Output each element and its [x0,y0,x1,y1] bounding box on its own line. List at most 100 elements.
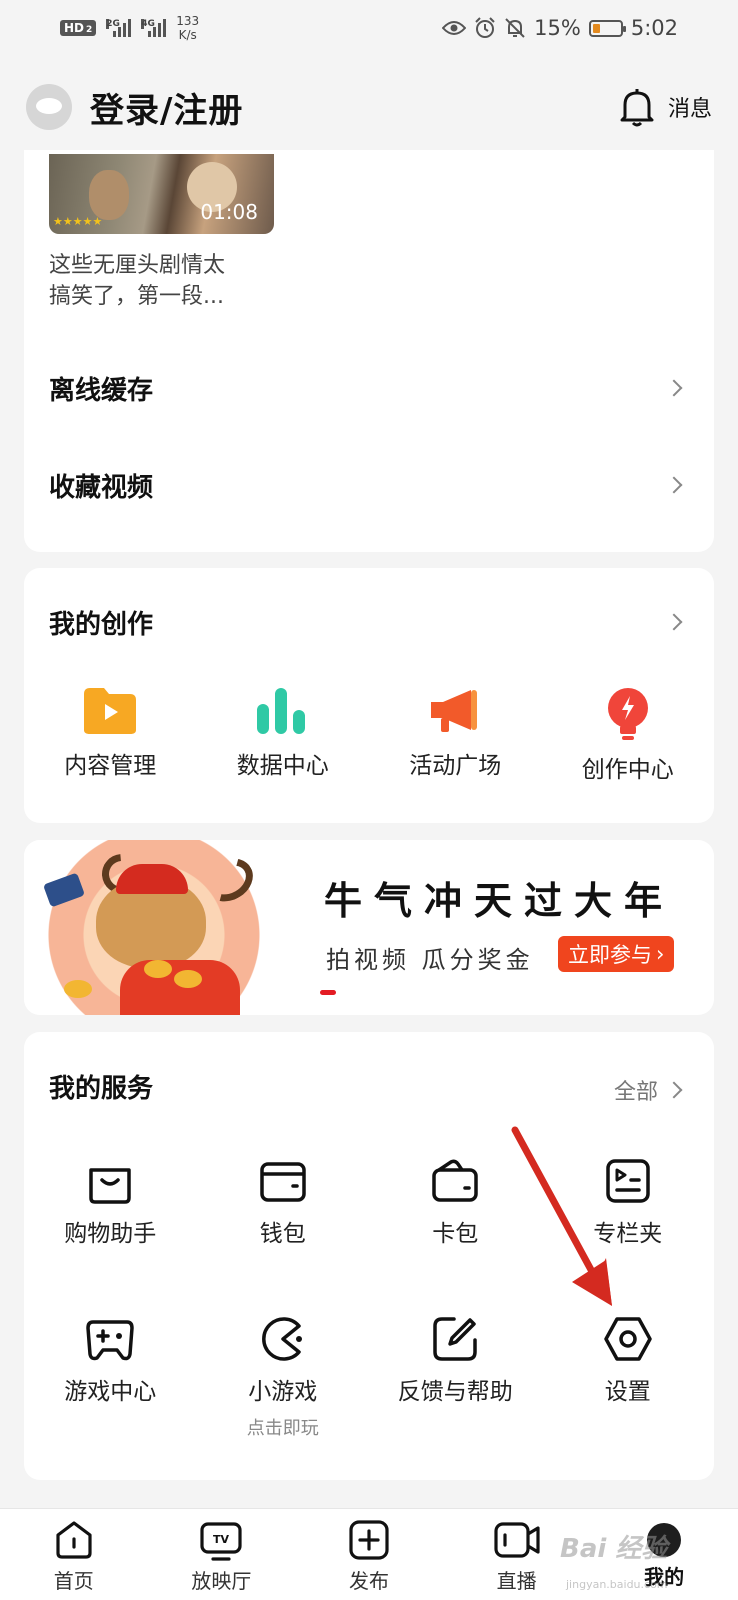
chevron-right-icon [665,1081,683,1099]
ox-hat [116,864,188,894]
activity-plaza-icon [431,690,478,732]
battery-icon [588,19,626,37]
tab-cinema-label: 放映厅 [191,1569,252,1593]
services-all-link[interactable]: 全部 [614,1074,684,1106]
mute-bell-icon [505,18,525,38]
status-left: HD 2 2G 4G 133 K/s [60,14,199,42]
feedback-help-label: 反馈与帮助 [397,1379,513,1405]
column-folder-label: 专栏夹 [593,1221,663,1247]
data-center-item[interactable]: 数据中心 [197,686,370,784]
battery-percent: 15% [534,16,581,40]
mini-game-label: 小游戏 [248,1379,318,1405]
profile-header: 登录/注册 消息 [0,72,738,142]
gamepad-icon [86,1320,134,1361]
wallet-icon [260,1162,306,1202]
wallet-item[interactable]: 钱包 [197,1158,370,1248]
my-creation-card: 我的创作 内容管理 数据中心 活动广场 创作中心 [24,568,714,823]
my-creation-header[interactable]: 我的创作 [49,602,684,642]
settings-item[interactable]: 设置 [542,1316,715,1440]
tv-icon: TV [200,1522,242,1561]
eye-icon [442,21,467,35]
feedback-help-item[interactable]: 反馈与帮助 [369,1316,542,1440]
bell-icon [620,89,654,127]
chevron-right-icon [665,476,683,494]
video-caption-line1: 这些无厘头剧情太 [49,253,226,278]
status-bar: HD 2 2G 4G 133 K/s 15% 5:02 [0,0,738,56]
tab-live-label: 直播 [496,1569,537,1593]
column-folder-item[interactable]: 专栏夹 [542,1158,715,1248]
settings-hex-icon [604,1317,652,1361]
join-now-label: 立即参与 [568,943,652,967]
signal-4g-icon: 4G [141,19,167,37]
my-creation-title: 我的创作 [49,609,154,640]
status-right: 15% 5:02 [442,16,678,40]
my-services-card: 我的服务 全部 购物助手 钱包 卡包 专栏夹 游戏中心 小游戏 点击即玩 反馈与… [24,1032,714,1480]
join-now-button[interactable]: 立即参与 › [558,936,675,972]
tab-publish-label: 发布 [348,1569,389,1593]
tab-home-label: 首页 [53,1569,94,1593]
tab-publish[interactable]: 发布 [295,1509,443,1600]
banner-title: 牛气冲天过大年 [324,879,675,923]
ox-body [120,960,240,1015]
settings-label: 设置 [604,1379,651,1405]
content-manage-item[interactable]: 内容管理 [24,686,197,784]
watermark-logo: Bai 经验 [560,1534,668,1564]
content-manage-icon [84,688,137,734]
banner-pager [320,990,336,995]
signal-4g-label: 4G [141,19,155,29]
selfie-phone-icon [42,872,86,908]
tab-home[interactable]: 首页 [0,1509,148,1600]
mini-game-sublabel: 点击即玩 [246,1418,319,1439]
ox-illustration [24,840,314,1015]
my-services-title: 我的服务 [49,1073,154,1104]
activity-plaza-label: 活动广场 [409,753,502,779]
signal-2g-icon: 2G [106,19,132,37]
svg-text:TV: TV [213,1533,230,1546]
thumbnail-figure [89,170,129,220]
video-thumbnail[interactable]: ★★★★★ 01:08 [49,154,274,234]
gold-ingot [64,980,92,998]
video-caption[interactable]: 这些无厘头剧情太 搞笑了，第一段... [49,250,279,312]
gold-ingot [174,970,202,988]
mini-game-item[interactable]: 小游戏 点击即玩 [197,1316,370,1440]
messages-button[interactable]: 消息 [618,87,712,127]
data-center-icon [256,688,305,734]
shopping-bag-icon [89,1168,131,1204]
column-folder-icon [606,1159,650,1203]
publish-plus-icon [349,1520,389,1560]
my-services-header: 我的服务 [49,1066,153,1106]
pager-dot-active [320,990,336,995]
tab-cinema[interactable]: TV 放映厅 [148,1509,296,1600]
offline-cache-row[interactable]: 离线缓存 [49,368,684,408]
chevron-right-icon: › [656,942,665,966]
clock: 5:02 [630,16,678,40]
rating-stars-icon: ★★★★★ [53,215,103,228]
hd-badge: HD 2 [60,20,97,36]
creator-center-icon [607,688,648,740]
game-center-item[interactable]: 游戏中心 [24,1316,197,1440]
avatar[interactable] [26,84,72,130]
data-center-label: 数据中心 [236,753,329,779]
gold-ingot [144,960,172,978]
video-duration: 01:08 [200,200,258,224]
login-register-link[interactable]: 登录/注册 [90,83,243,132]
video-caption-line2: 搞笑了，第一段... [49,284,224,309]
card-holder-icon [432,1159,478,1202]
activity-plaza-item[interactable]: 活动广场 [369,686,542,784]
promo-banner[interactable]: 牛气冲天过大年 拍视频 瓜分奖金 立即参与 › [24,840,714,1015]
creator-center-item[interactable]: 创作中心 [542,686,715,784]
ox-horn [197,850,261,910]
alarm-icon [475,17,495,38]
shopping-assistant-label: 购物助手 [64,1221,157,1247]
shopping-assistant-item[interactable]: 购物助手 [24,1158,197,1248]
offline-cache-label: 离线缓存 [49,375,154,406]
banner-subtitle: 拍视频 瓜分奖金 [326,946,534,974]
network-speed: 133 K/s [176,14,200,42]
card-holder-item[interactable]: 卡包 [369,1158,542,1248]
game-center-label: 游戏中心 [64,1379,157,1405]
creator-center-label: 创作中心 [581,757,674,783]
home-icon [56,1521,92,1559]
wallet-label: 钱包 [259,1221,306,1247]
chevron-right-icon [665,379,683,397]
favorite-videos-row[interactable]: 收藏视频 [49,465,684,505]
